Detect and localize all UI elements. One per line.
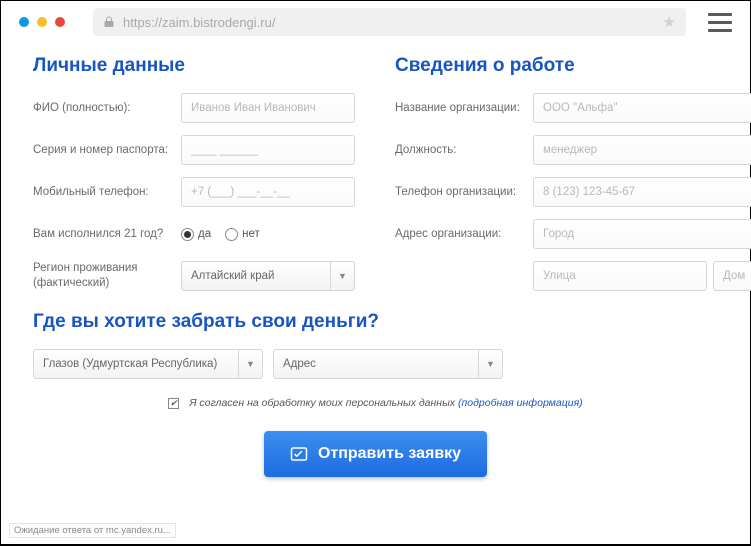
envelope-check-icon — [290, 445, 308, 463]
passport-label: Серия и номер паспорта: — [33, 143, 181, 158]
radio-icon — [181, 228, 194, 241]
pickup-city-select[interactable]: Глазов (Удмуртская Республика) ▼ — [33, 349, 263, 379]
bookmark-star-icon[interactable]: ★ — [663, 13, 676, 31]
org-street-input[interactable] — [533, 261, 707, 291]
menu-button[interactable] — [708, 13, 732, 32]
org-house-input[interactable] — [713, 261, 751, 291]
consent-link[interactable]: (подробная информация) — [458, 397, 583, 409]
submit-button[interactable]: Отправить заявку — [264, 431, 487, 477]
org-label: Название организации: — [395, 101, 533, 116]
org-input[interactable] — [533, 93, 751, 123]
fio-input[interactable] — [181, 93, 355, 123]
org-phone-label: Телефон организации: — [395, 185, 533, 200]
radio-icon — [225, 228, 238, 241]
org-addr-label: Адрес организации: — [395, 227, 533, 242]
position-input[interactable] — [533, 135, 751, 165]
org-phone-input[interactable] — [533, 177, 751, 207]
dot-red[interactable] — [55, 17, 65, 27]
fio-label: ФИО (полностью): — [33, 101, 181, 116]
chevron-down-icon: ▼ — [330, 262, 354, 290]
submit-label: Отправить заявку — [318, 445, 461, 463]
position-label: Должность: — [395, 143, 533, 158]
dot-yellow[interactable] — [37, 17, 47, 27]
region-select[interactable]: Алтайский край ▼ — [181, 261, 355, 291]
pickup-heading: Где вы хотите забрать свои деньги? — [33, 311, 718, 333]
org-city-input[interactable] — [533, 219, 751, 249]
lock-icon — [103, 16, 115, 28]
window-controls — [19, 17, 65, 27]
personal-section: Личные данные ФИО (полностью): Серия и н… — [33, 55, 355, 303]
region-label: Регион проживания (фактический) — [33, 261, 181, 291]
address-bar[interactable]: https://zaim.bistrodengi.ru/ ★ — [93, 8, 686, 36]
age-yes-label: да — [198, 228, 211, 240]
work-section: Сведения о работе Название организации: … — [395, 55, 751, 303]
phone-label: Мобильный телефон: — [33, 185, 181, 200]
pickup-address-select[interactable]: Адрес ▼ — [273, 349, 503, 379]
url-text: https://zaim.bistrodengi.ru/ — [123, 15, 655, 30]
chevron-down-icon: ▼ — [238, 350, 262, 378]
region-value: Алтайский край — [191, 270, 274, 282]
dot-blue[interactable] — [19, 17, 29, 27]
consent-checkbox[interactable]: ✔ — [168, 398, 179, 409]
pickup-address-value: Адрес — [283, 358, 316, 370]
browser-toolbar: https://zaim.bistrodengi.ru/ ★ — [1, 1, 750, 43]
pickup-city-value: Глазов (Удмуртская Республика) — [43, 358, 217, 370]
status-bar: Ожидание ответа от mc.yandex.ru... — [9, 523, 176, 538]
chevron-down-icon: ▼ — [478, 350, 502, 378]
age-label: Вам исполнился 21 год? — [33, 227, 181, 242]
work-heading: Сведения о работе — [395, 55, 751, 77]
consent-text: Я согласен на обработку моих персональны… — [189, 397, 455, 409]
age-no-label: нет — [242, 228, 260, 240]
personal-heading: Личные данные — [33, 55, 355, 77]
consent-row: ✔ Я согласен на обработку моих персональ… — [33, 397, 718, 409]
passport-input[interactable] — [181, 135, 355, 165]
phone-input[interactable] — [181, 177, 355, 207]
age-no-radio[interactable]: нет — [225, 228, 260, 241]
age-yes-radio[interactable]: да — [181, 228, 211, 241]
